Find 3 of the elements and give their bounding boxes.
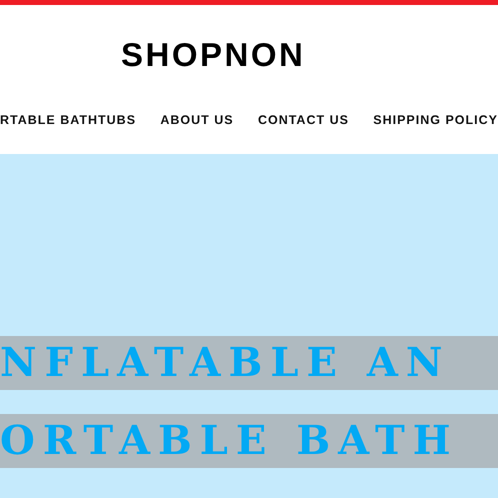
store-logo[interactable]: SHOPNON — [121, 36, 306, 74]
headline: ORTABLE BATH — [0, 421, 459, 461]
headline: NFLATABLE AN — [0, 343, 450, 383]
